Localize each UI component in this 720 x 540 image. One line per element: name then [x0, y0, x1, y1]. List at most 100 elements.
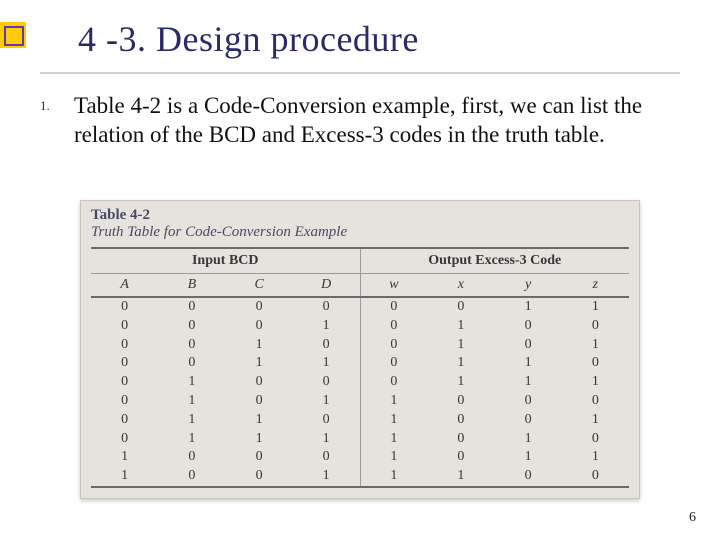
cell-C: 1 [226, 354, 293, 373]
body-row: 1. Table 4-2 is a Code-Conversion exampl… [40, 92, 680, 150]
table-row: 01101001 [91, 411, 629, 430]
cell-A: 1 [91, 448, 158, 467]
cell-D: 0 [293, 411, 360, 430]
var-C: C [226, 274, 293, 298]
table-row: 00100101 [91, 336, 629, 355]
table-row: 00110110 [91, 354, 629, 373]
cell-A: 0 [91, 373, 158, 392]
cell-C: 0 [226, 467, 293, 487]
cell-B: 0 [158, 317, 225, 336]
title-underline [40, 72, 680, 74]
cell-x: 1 [427, 354, 494, 373]
cell-B: 1 [158, 392, 225, 411]
cell-w: 0 [360, 373, 427, 392]
cell-C: 0 [226, 297, 293, 317]
cell-x: 1 [427, 467, 494, 487]
cell-y: 0 [495, 336, 562, 355]
var-A: A [91, 274, 158, 298]
cell-C: 1 [226, 336, 293, 355]
cell-y: 1 [495, 354, 562, 373]
cell-z: 1 [562, 373, 629, 392]
cell-w: 1 [360, 430, 427, 449]
cell-B: 1 [158, 411, 225, 430]
table-row: 01011000 [91, 392, 629, 411]
cell-w: 0 [360, 317, 427, 336]
cell-B: 0 [158, 297, 225, 317]
cell-z: 1 [562, 411, 629, 430]
body-text: Table 4-2 is a Code-Conversion example, … [74, 92, 680, 150]
cell-D: 1 [293, 354, 360, 373]
cell-D: 0 [293, 336, 360, 355]
cell-x: 0 [427, 430, 494, 449]
cell-D: 0 [293, 297, 360, 317]
cell-A: 0 [91, 392, 158, 411]
cell-z: 0 [562, 467, 629, 487]
cell-A: 0 [91, 354, 158, 373]
table-row: 01111010 [91, 430, 629, 449]
cell-x: 1 [427, 373, 494, 392]
cell-A: 1 [91, 467, 158, 487]
table-body: 0000001100010100001001010011011001000111… [91, 297, 629, 487]
cell-B: 0 [158, 467, 225, 487]
cell-z: 1 [562, 448, 629, 467]
cell-y: 0 [495, 467, 562, 487]
var-D: D [293, 274, 360, 298]
body-area: 1. Table 4-2 is a Code-Conversion exampl… [40, 92, 680, 150]
table-row: 10011100 [91, 467, 629, 487]
cell-A: 0 [91, 317, 158, 336]
cell-B: 0 [158, 354, 225, 373]
figure-subtitle: Truth Table for Code-Conversion Example [91, 224, 629, 241]
table-head: Input BCD Output Excess-3 Code A B C D w… [91, 248, 629, 297]
cell-y: 0 [495, 317, 562, 336]
cell-w: 0 [360, 336, 427, 355]
cell-D: 1 [293, 430, 360, 449]
cell-C: 0 [226, 392, 293, 411]
var-z: z [562, 274, 629, 298]
cell-B: 0 [158, 336, 225, 355]
cell-D: 0 [293, 448, 360, 467]
cell-x: 1 [427, 317, 494, 336]
cell-x: 0 [427, 297, 494, 317]
var-w: w [360, 274, 427, 298]
cell-w: 0 [360, 297, 427, 317]
cell-y: 1 [495, 297, 562, 317]
slide-title: 4 -3. Design procedure [78, 18, 419, 60]
var-y: y [495, 274, 562, 298]
cell-x: 0 [427, 392, 494, 411]
cell-x: 0 [427, 411, 494, 430]
slide: 4 -3. Design procedure 1. Table 4-2 is a… [0, 0, 720, 540]
var-x: x [427, 274, 494, 298]
cell-y: 0 [495, 411, 562, 430]
cell-A: 0 [91, 336, 158, 355]
cell-y: 1 [495, 430, 562, 449]
cell-D: 1 [293, 392, 360, 411]
cell-w: 1 [360, 411, 427, 430]
table-row: 00010100 [91, 317, 629, 336]
cell-C: 0 [226, 317, 293, 336]
var-header-row: A B C D w x y z [91, 274, 629, 298]
cell-D: 1 [293, 467, 360, 487]
table-row: 00000011 [91, 297, 629, 317]
output-group-header: Output Excess-3 Code [360, 248, 629, 274]
cell-x: 0 [427, 448, 494, 467]
cell-B: 1 [158, 430, 225, 449]
table-row: 01000111 [91, 373, 629, 392]
cell-z: 1 [562, 297, 629, 317]
accent-square-icon [0, 22, 26, 48]
cell-z: 1 [562, 336, 629, 355]
cell-z: 0 [562, 317, 629, 336]
cell-A: 0 [91, 430, 158, 449]
cell-A: 0 [91, 297, 158, 317]
input-group-header: Input BCD [91, 248, 360, 274]
var-B: B [158, 274, 225, 298]
figure-label: Table 4-2 [91, 207, 629, 224]
cell-w: 1 [360, 467, 427, 487]
cell-w: 1 [360, 448, 427, 467]
truth-table-figure: Table 4-2 Truth Table for Code-Conversio… [80, 200, 640, 499]
cell-C: 1 [226, 411, 293, 430]
cell-C: 1 [226, 430, 293, 449]
cell-z: 0 [562, 430, 629, 449]
cell-x: 1 [427, 336, 494, 355]
table-row: 10001011 [91, 448, 629, 467]
cell-z: 0 [562, 392, 629, 411]
